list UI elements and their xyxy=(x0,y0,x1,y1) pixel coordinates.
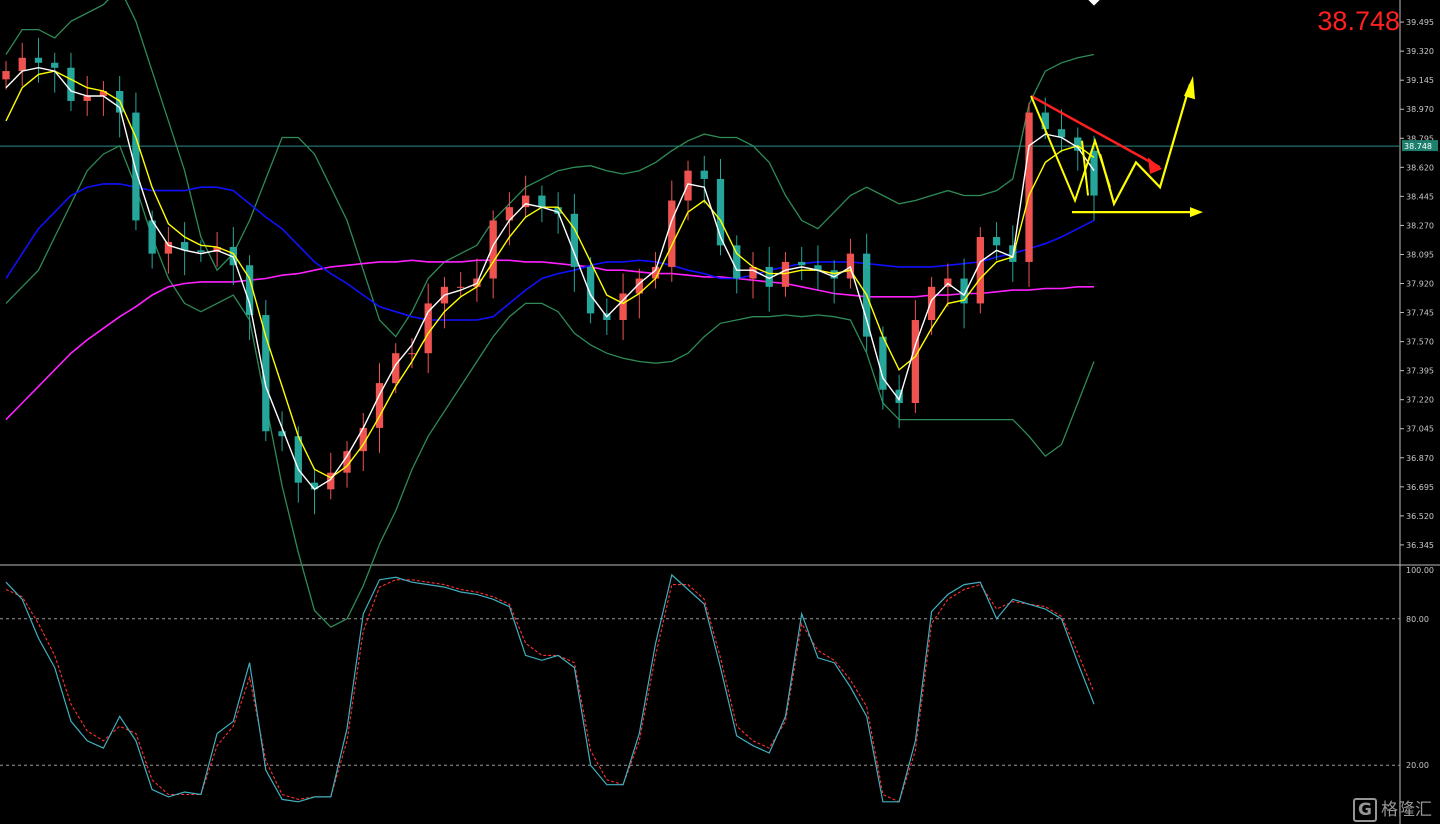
stoch-tick-label: 100.00 xyxy=(1406,566,1434,575)
candle-body xyxy=(1041,112,1049,130)
current-price-readout: 38.748 xyxy=(1317,6,1400,36)
yellow-arrowhead-up-icon xyxy=(1184,76,1195,100)
price-tick-label: 38.445 xyxy=(1406,192,1434,201)
candle-body xyxy=(294,436,302,483)
candle-body xyxy=(18,57,26,72)
price-chart[interactable]: 39.49539.32039.14538.97038.79538.62038.4… xyxy=(0,0,1440,824)
price-tick-label: 37.220 xyxy=(1406,396,1434,405)
candle-body xyxy=(83,95,91,101)
yellow-arrow-down-line xyxy=(1081,140,1089,196)
g-logo-icon: G xyxy=(1353,798,1377,822)
price-tick-label: 37.570 xyxy=(1406,338,1434,347)
watermark: G 格隆汇 xyxy=(1353,795,1432,822)
price-tick-label: 37.045 xyxy=(1406,425,1434,434)
candle-body xyxy=(408,353,416,355)
stochastic-panel: 100.00 80.00 20.00 xyxy=(0,566,1434,803)
ma-white-line xyxy=(5,66,1095,491)
candle-body xyxy=(538,195,546,208)
candle-body xyxy=(700,170,708,179)
price-tick-label: 39.145 xyxy=(1406,76,1434,85)
price-tick-label: 36.345 xyxy=(1406,541,1434,550)
current-price-tag-label: 38.748 xyxy=(1404,142,1432,151)
candle-body xyxy=(197,250,205,252)
yellow-projection-path xyxy=(1098,84,1192,207)
price-tick-label: 39.495 xyxy=(1406,18,1434,27)
candle-body xyxy=(489,220,497,279)
price-panel: 39.49539.32039.14538.97038.79538.62038.4… xyxy=(0,0,1440,824)
candle-body xyxy=(1090,150,1098,196)
candle-body xyxy=(976,237,984,304)
candle-body xyxy=(668,200,676,267)
price-tick-label: 36.520 xyxy=(1406,512,1434,521)
stoch-tick-label: 80.00 xyxy=(1406,615,1429,624)
candle-body xyxy=(67,67,75,101)
price-tick-label: 37.920 xyxy=(1406,280,1434,289)
candle-body xyxy=(1025,112,1033,262)
red-arrowhead-icon xyxy=(1148,157,1162,174)
price-tick-label: 36.695 xyxy=(1406,483,1434,492)
candle-body xyxy=(684,170,692,201)
price-tick-label: 37.395 xyxy=(1406,367,1434,376)
price-tick-label: 38.970 xyxy=(1406,105,1434,114)
candle-body xyxy=(2,71,10,80)
candle-body xyxy=(1057,129,1066,138)
bollinger-lower-line xyxy=(5,144,1095,628)
candle-body xyxy=(992,237,1001,246)
candle-body xyxy=(911,320,920,404)
candle-body xyxy=(132,112,140,221)
price-tick-label: 38.095 xyxy=(1406,250,1434,259)
candle-body xyxy=(457,286,465,288)
price-tick-label: 36.870 xyxy=(1406,454,1434,463)
price-tick-label: 38.620 xyxy=(1406,163,1434,172)
price-tick-label: 39.320 xyxy=(1406,47,1434,56)
candle-body xyxy=(164,242,173,254)
ma-magenta-line xyxy=(5,259,1094,421)
yellow-arrowhead-right-icon xyxy=(1190,207,1203,218)
watermark-text: 格隆汇 xyxy=(1381,800,1432,820)
stoch-tick-label: 20.00 xyxy=(1406,761,1429,770)
ma-yellow-line xyxy=(5,70,1095,479)
candle-body xyxy=(781,261,790,287)
candle-body xyxy=(733,245,741,279)
price-tick-label: 38.270 xyxy=(1406,221,1434,230)
candle-body xyxy=(798,261,806,266)
trend-annotations xyxy=(1030,76,1203,218)
candle-body xyxy=(927,286,936,321)
stoch-main-line xyxy=(5,573,1095,803)
candle-body xyxy=(51,62,59,68)
candle-body xyxy=(34,57,43,63)
price-tick-label: 37.745 xyxy=(1406,309,1434,318)
candle-body xyxy=(1074,137,1082,151)
